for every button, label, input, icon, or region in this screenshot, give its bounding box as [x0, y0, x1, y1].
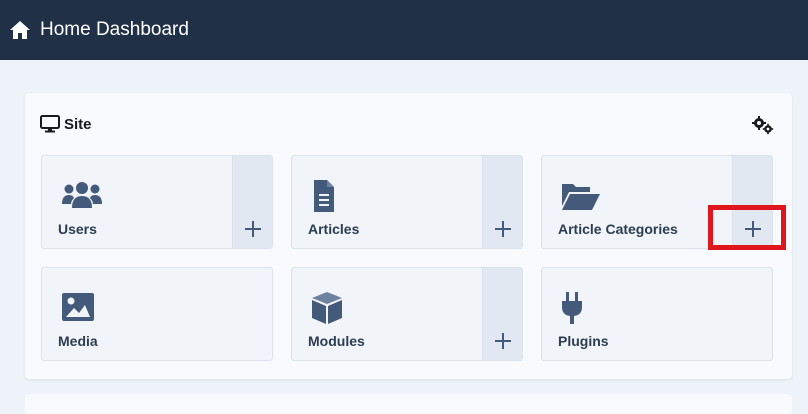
plug-icon — [560, 290, 604, 328]
top-header-bar: Home Dashboard — [0, 0, 808, 60]
card-title: Site — [64, 115, 92, 133]
tile-label: Media — [58, 333, 98, 349]
file-icon — [310, 178, 354, 216]
plus-icon — [494, 333, 511, 349]
card-header: Site — [40, 115, 92, 133]
tile-plugins[interactable]: Plugins — [541, 267, 773, 361]
cube-icon — [310, 290, 354, 328]
add-user-button[interactable] — [232, 156, 272, 248]
add-category-button[interactable] — [732, 156, 772, 248]
tile-label: Modules — [308, 333, 365, 349]
add-article-button[interactable] — [482, 156, 522, 248]
home-icon[interactable] — [9, 20, 31, 40]
users-icon — [60, 178, 104, 216]
tile-modules[interactable]: Modules — [291, 267, 523, 361]
monitor-icon — [40, 115, 60, 133]
tile-articles[interactable]: Articles — [291, 155, 523, 249]
tile-article-categories[interactable]: Article Categories — [541, 155, 773, 249]
page-title: Home Dashboard — [40, 19, 189, 40]
tile-label: Plugins — [558, 333, 609, 349]
tile-label: Articles — [308, 221, 360, 237]
tile-label: Article Categories — [558, 221, 678, 237]
plus-icon — [744, 221, 761, 237]
plus-icon — [494, 221, 511, 237]
next-card — [25, 394, 792, 414]
gears-icon[interactable] — [752, 115, 774, 135]
image-icon — [60, 290, 104, 328]
add-module-button[interactable] — [482, 268, 522, 360]
tile-media[interactable]: Media — [41, 267, 273, 361]
tile-label: Users — [58, 221, 97, 237]
site-card: Site Users Articles Article Categories M… — [25, 93, 792, 379]
plus-icon — [244, 221, 261, 237]
folder-open-icon — [560, 178, 604, 216]
tile-users[interactable]: Users — [41, 155, 273, 249]
